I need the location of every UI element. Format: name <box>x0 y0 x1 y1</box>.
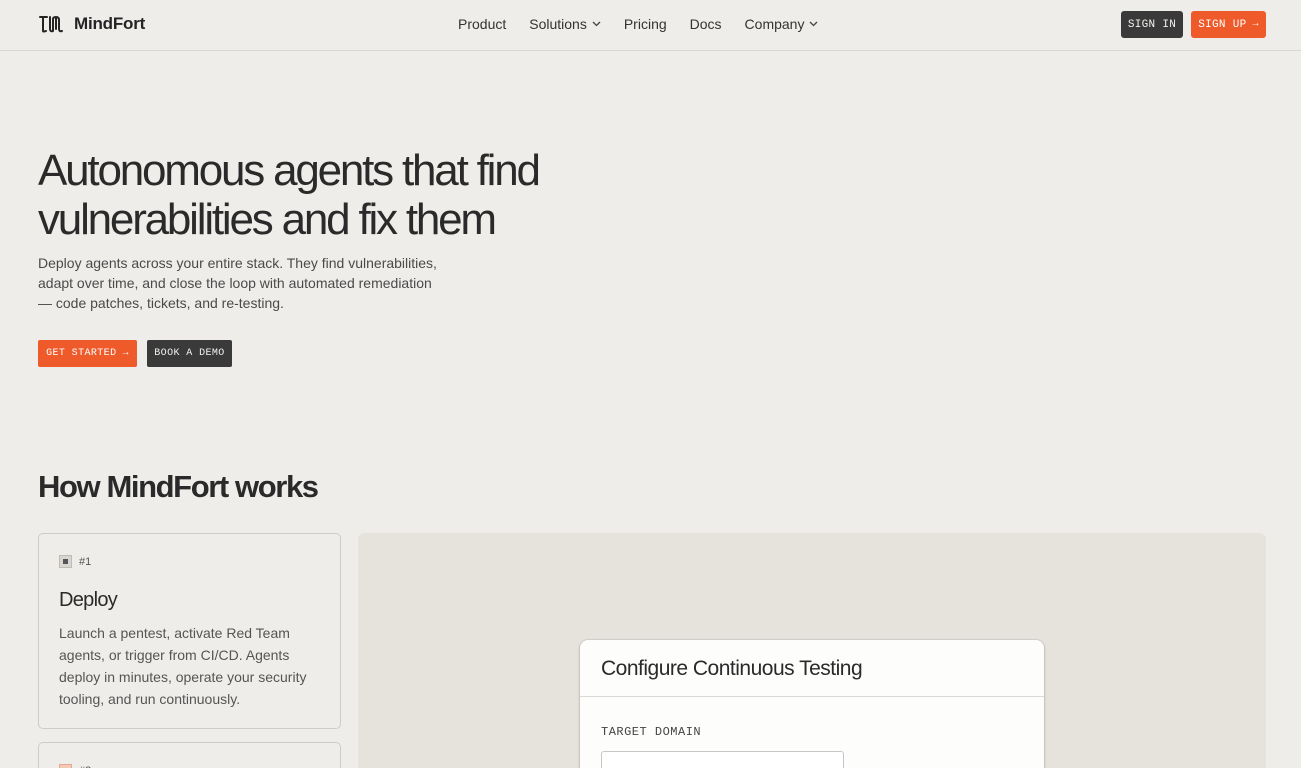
hero-title: Autonomous agents that find vulnerabilit… <box>38 146 541 244</box>
step-description: Launch a pentest, activate Red Team agen… <box>59 625 307 707</box>
step-number: #2 <box>79 765 91 768</box>
step-badge: #1 <box>59 555 91 568</box>
brand-logo[interactable]: MindFort <box>38 14 145 34</box>
main-nav: Product Solutions Pricing Docs Company <box>458 16 841 32</box>
nav-item-docs[interactable]: Docs <box>690 16 722 32</box>
nav-item-product[interactable]: Product <box>458 16 506 32</box>
divider <box>580 696 1044 697</box>
brand-name: MindFort <box>74 14 146 33</box>
target-domain-input[interactable] <box>601 751 844 768</box>
chevron-down-icon <box>810 21 818 27</box>
target-domain-label: TARGET DOMAIN <box>601 725 702 739</box>
step-card-2[interactable]: #2 <box>38 742 341 768</box>
mindfort-logo-icon <box>39 16 63 33</box>
step-title: Deploy <box>59 589 118 611</box>
arrow-right-icon: → <box>1252 19 1259 30</box>
sign-up-button[interactable]: SIGN UP → <box>1191 11 1266 38</box>
step-badge: #2 <box>59 764 91 768</box>
step-card-deploy[interactable]: #1 Deploy Launch a pentest, activate Red… <box>38 533 341 729</box>
get-started-button[interactable]: GET STARTED → <box>38 340 137 367</box>
step-number: #1 <box>79 555 92 568</box>
sign-in-button[interactable]: SIGN IN <box>1121 11 1183 38</box>
config-card: Configure Continuous Testing TARGET DOMA… <box>580 640 1044 768</box>
site-header: MindFort Product Solutions Pricing Docs … <box>0 0 1301 51</box>
arrow-right-icon: → <box>122 348 129 359</box>
square-step-icon <box>59 555 72 568</box>
chevron-down-icon <box>592 21 601 27</box>
section-title: How MindFort works <box>38 469 319 504</box>
nav-item-company[interactable]: Company <box>745 16 819 32</box>
book-demo-button[interactable]: BOOK A DEMO <box>147 340 232 367</box>
nav-item-solutions[interactable]: Solutions <box>529 16 601 32</box>
square-step-icon <box>59 764 72 768</box>
hero-subtitle: Deploy agents across your entire stack. … <box>38 255 437 311</box>
config-title: Configure Continuous Testing <box>601 657 863 680</box>
nav-item-pricing[interactable]: Pricing <box>624 16 667 32</box>
